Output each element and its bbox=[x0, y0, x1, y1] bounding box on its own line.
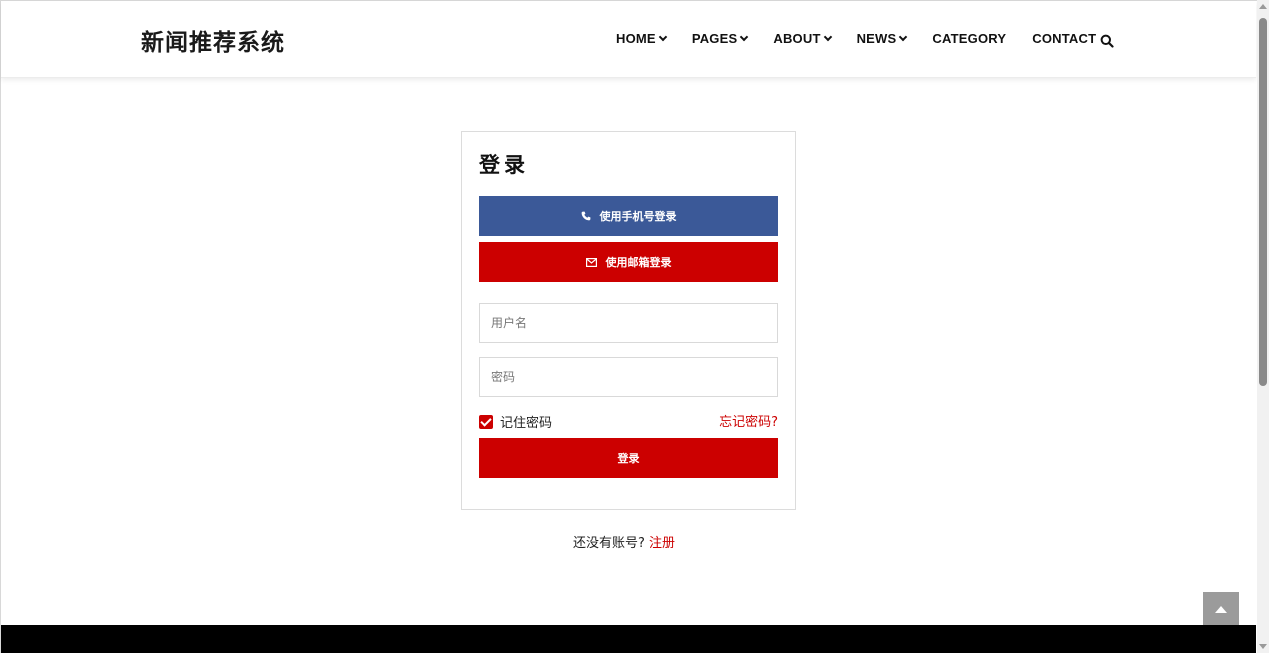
remember-checkbox[interactable] bbox=[479, 414, 493, 429]
scroll-down-arrow-icon[interactable] bbox=[1259, 644, 1267, 649]
login-submit-button[interactable]: 登录 bbox=[479, 438, 778, 478]
email-login-button[interactable]: 使用邮箱登录 bbox=[479, 242, 778, 282]
chevron-down-icon bbox=[899, 32, 908, 41]
site-footer bbox=[1, 625, 1256, 653]
site-brand[interactable]: 新闻推荐系统 bbox=[141, 23, 285, 57]
nav-item-label: ABOUT bbox=[773, 31, 821, 46]
login-card: 登录 使用手机号登录 使用邮箱登录 记住密码 忘记密码? 登录 bbox=[461, 131, 796, 510]
nav-item-label: CATEGORY bbox=[932, 31, 1007, 46]
site-header: 新闻推荐系统 HOME PAGES ABOUT NEWS CATEGORY CO… bbox=[1, 1, 1256, 78]
remember-label: 记住密码 bbox=[500, 416, 553, 431]
forgot-password-link[interactable]: 忘记密码? bbox=[719, 411, 778, 430]
nav-item-label: HOME bbox=[616, 31, 656, 46]
signup-prompt: 还没有账号? 注册 bbox=[573, 532, 675, 551]
vertical-scrollbar[interactable] bbox=[1257, 0, 1269, 653]
nav-item-label: NEWS bbox=[856, 31, 897, 46]
scrollbar-thumb[interactable] bbox=[1259, 18, 1267, 386]
chevron-down-icon bbox=[740, 32, 749, 41]
remember-password-toggle[interactable]: 记住密码 bbox=[479, 412, 552, 431]
login-title: 登录 bbox=[479, 153, 529, 177]
scroll-up-arrow-icon[interactable] bbox=[1259, 4, 1267, 9]
nav-item-home[interactable]: HOME bbox=[616, 31, 668, 46]
phone-login-button[interactable]: 使用手机号登录 bbox=[479, 196, 778, 236]
email-login-label: 使用邮箱登录 bbox=[605, 256, 672, 269]
nav-item-label: PAGES bbox=[691, 31, 738, 46]
chevron-down-icon bbox=[658, 32, 668, 41]
back-to-top-button[interactable] bbox=[1203, 592, 1239, 626]
phone-login-label: 使用手机号登录 bbox=[599, 210, 677, 223]
username-input[interactable] bbox=[479, 303, 778, 343]
nav-item-news[interactable]: NEWS bbox=[856, 31, 908, 46]
nav-item-pages[interactable]: PAGES bbox=[691, 31, 749, 46]
signup-link[interactable]: 注册 bbox=[649, 536, 675, 551]
phone-icon bbox=[581, 211, 591, 221]
nav-item-about[interactable]: ABOUT bbox=[773, 31, 832, 46]
nav-item-category[interactable]: CATEGORY bbox=[932, 31, 1006, 46]
search-icon[interactable] bbox=[1100, 33, 1114, 48]
password-input[interactable] bbox=[479, 357, 778, 397]
chevron-down-icon bbox=[823, 32, 832, 41]
nav-item-contact[interactable]: CONTACT bbox=[1032, 31, 1096, 46]
signup-prompt-text: 还没有账号? bbox=[573, 536, 645, 551]
nav-item-label: CONTACT bbox=[1032, 31, 1097, 46]
envelope-icon bbox=[585, 257, 597, 267]
main-nav: HOME PAGES ABOUT NEWS CATEGORY CONTACT bbox=[616, 31, 1122, 46]
